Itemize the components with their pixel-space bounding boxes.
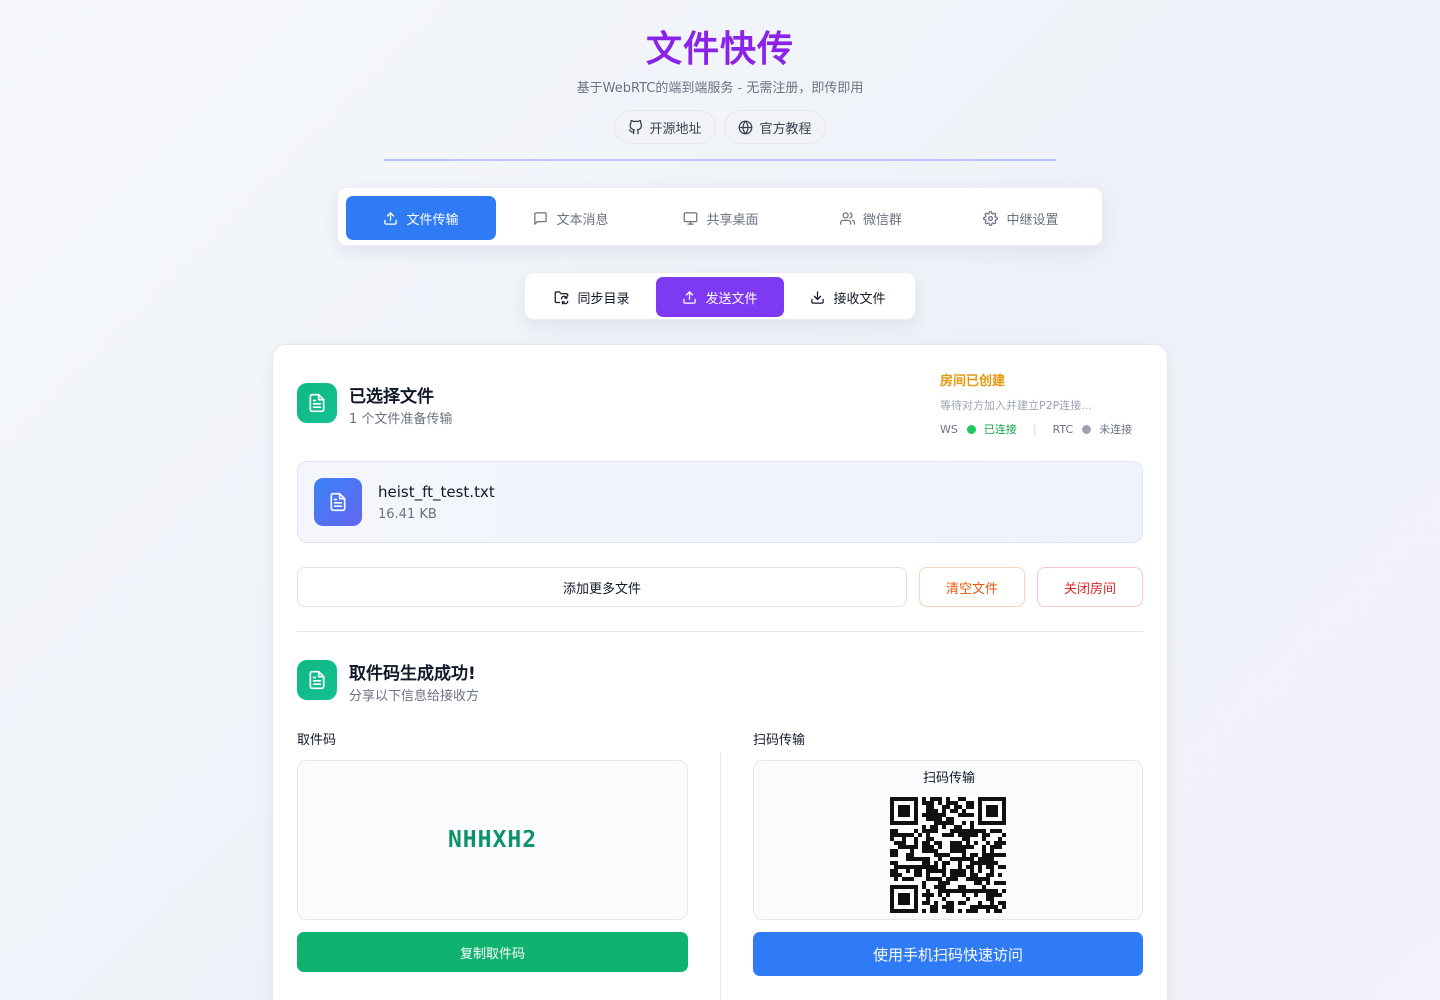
folder-sync-icon [555,290,569,304]
tab-label: 微信群 [862,212,902,228]
mobile-scan-button[interactable]: 使用手机扫码快速访问 [753,932,1143,976]
gear-icon [983,210,999,226]
ws-status: 已连接 [983,423,1017,436]
subtab-receive-file[interactable]: 接收文件 [785,277,911,317]
download-icon [811,290,825,304]
section-divider [297,631,1143,632]
success-subtitle: 分享以下信息给接收方 [349,689,480,704]
tab-text-message[interactable]: 文本消息 [496,196,646,240]
tab-label: 文本消息 [556,212,609,228]
close-room-button[interactable]: 关闭房间 [1037,567,1143,607]
column-divider [720,752,721,1000]
tab-label: 中继设置 [1006,212,1059,228]
selected-files-subtitle: 1 个文件准备传输 [349,412,453,427]
tab-label: 共享桌面 [706,212,759,228]
ws-label: WS [940,422,958,436]
tab-file-transfer[interactable]: 文件传输 [346,196,496,240]
rtc-label: RTC [1052,422,1074,436]
clear-files-button[interactable]: 清空文件 [919,567,1025,607]
sub-tab-bar: 同步目录 发送文件 接收文件 [524,272,916,320]
pickup-code-box: NHHXH2 [297,760,688,920]
add-more-files-button[interactable]: 添加更多文件 [297,567,907,607]
selected-files-badge [297,383,337,423]
file-list-item: heist_ft_test.txt 16.41 KB [297,461,1143,543]
rtc-status: 未连接 [1099,423,1133,436]
room-status-title: 房间已创建 [940,374,1006,389]
success-title: 取件码生成成功! [349,664,476,684]
app-subtitle: 基于WebRTC的端到端服务 - 无需注册，即传即用 [576,81,864,96]
upload-icon [384,211,398,225]
tab-share-desktop[interactable]: 共享桌面 [646,196,796,240]
pickup-code-label: 取件码 [297,733,337,748]
qr-code-image [890,797,1006,913]
subtab-label: 同步目录 [577,291,630,307]
github-link-label: 开源地址 [649,121,702,137]
scan-transfer-label: 扫码传输 [753,733,806,748]
room-status-subtitle: 等待对方加入并建立P2P连接... [940,399,1092,412]
github-icon [629,119,643,134]
globe-icon [739,120,753,134]
selected-files-title: 已选择文件 [349,387,434,407]
app-title: 文件快传 [645,29,794,70]
monitor-icon [684,211,698,225]
file-size: 16.41 KB [378,507,437,522]
file-text-icon [330,492,346,512]
file-icon-badge [314,478,362,526]
ws-status-dot [966,424,976,434]
upload-icon [683,290,697,304]
qr-code-box: 扫码传输 [753,760,1143,920]
tab-wechat-group[interactable]: 微信群 [796,196,946,240]
tutorial-link-label: 官方教程 [759,121,812,137]
subtab-label: 接收文件 [833,291,886,307]
rtc-status-dot [1082,424,1092,434]
tab-relay-settings[interactable]: 中继设置 [946,196,1096,240]
qr-box-title: 扫码传输 [922,771,975,786]
pickup-code: NHHXH2 [447,827,538,853]
message-icon [534,211,548,225]
file-name: heist_ft_test.txt [378,483,495,501]
subtab-label: 发送文件 [705,291,758,307]
users-icon [839,211,855,225]
file-text-icon [309,393,325,413]
connection-status: WS 已连接 | RTC 未连接 [940,421,1132,437]
tab-label: 文件传输 [406,212,459,228]
github-link-button[interactable]: 开源地址 [614,110,716,144]
file-text-icon [309,670,325,690]
subtab-sync-directory[interactable]: 同步目录 [529,277,655,317]
qr-code-icon [890,797,1006,913]
copy-code-button[interactable]: 复制取件码 [297,932,688,972]
header-divider [384,159,1056,161]
main-tab-bar: 文件传输 文本消息 共享桌面 微信群 中继设置 [337,187,1103,246]
success-badge [297,660,337,700]
subtab-send-file[interactable]: 发送文件 [656,277,784,317]
tutorial-link-button[interactable]: 官方教程 [724,110,826,144]
status-separator: | [1032,422,1037,436]
